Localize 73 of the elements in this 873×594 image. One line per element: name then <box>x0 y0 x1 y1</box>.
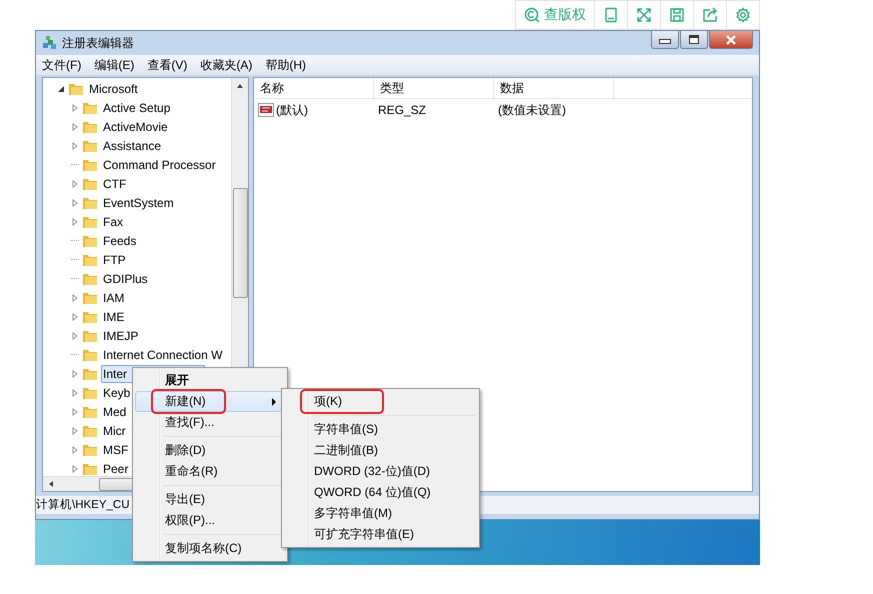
tree-item[interactable]: Command Processor <box>101 156 218 174</box>
tree-item[interactable]: Internet Connection W <box>101 346 224 364</box>
tree-item[interactable]: MSF <box>101 440 130 458</box>
string-value-icon <box>258 102 274 118</box>
menu-item[interactable]: 帮助(H) <box>265 56 306 74</box>
value-data: (数值未设置) <box>497 102 567 118</box>
scroll-up-icon[interactable] <box>236 82 244 90</box>
minimize-button[interactable] <box>651 31 679 49</box>
context-menu-item[interactable]: 二进制值(B) <box>284 440 477 461</box>
registry-cubes-icon <box>42 35 58 51</box>
expand-arrow-icon[interactable] <box>71 218 79 226</box>
collapse-arrow-icon[interactable] <box>57 84 65 92</box>
tree-item[interactable]: GDIPlus <box>101 270 150 288</box>
context-menu-item[interactable]: 字符串值(S) <box>284 419 477 440</box>
context-menu-item[interactable]: 重命名(R) <box>135 461 285 482</box>
context-menu-item[interactable]: 删除(D) <box>135 440 285 461</box>
expand-arrow-icon[interactable] <box>71 198 79 206</box>
expand-arrow-icon[interactable] <box>71 142 79 150</box>
close-icon <box>725 34 737 44</box>
context-menu-item[interactable]: 可扩充字符串值(E) <box>284 524 477 545</box>
share-icon[interactable] <box>702 7 718 23</box>
expand-arrow-icon[interactable] <box>71 312 79 320</box>
settings-icon[interactable] <box>735 7 751 23</box>
column-header[interactable]: 类型 <box>374 78 494 98</box>
tree-item[interactable]: Assistance <box>101 136 164 154</box>
expand-arrow-icon[interactable] <box>71 294 79 302</box>
tree-item[interactable]: Fax <box>101 212 126 230</box>
save-icon[interactable] <box>669 7 685 23</box>
menu-item[interactable]: 查看(V) <box>147 56 188 74</box>
maximize-button[interactable] <box>680 31 708 49</box>
context-menu-item[interactable]: DWORD (32-位)值(D) <box>284 461 477 482</box>
close-button[interactable] <box>709 31 753 49</box>
expand-arrow-icon[interactable] <box>71 446 79 454</box>
scrollbar-thumb[interactable] <box>232 188 248 298</box>
tree-item[interactable]: Active Setup <box>101 98 172 116</box>
column-header[interactable]: 名称 <box>254 78 374 98</box>
tree-item[interactable]: ActiveMovie <box>101 118 170 136</box>
tree-item[interactable]: IMEJP <box>101 326 140 344</box>
expand-arrow-icon[interactable] <box>71 104 79 112</box>
tree-item[interactable]: IAM <box>101 288 126 306</box>
tree-item[interactable]: Microsoft <box>87 80 140 98</box>
context-menu-item[interactable]: 查找(F)... <box>135 412 285 433</box>
expand-arrow-icon[interactable] <box>71 332 79 340</box>
tree-item[interactable]: IME <box>101 308 126 326</box>
expand-arrow-icon[interactable] <box>71 464 79 472</box>
tree-item[interactable]: Med <box>101 402 128 420</box>
expand-arrow-icon[interactable] <box>71 370 79 378</box>
tree-item[interactable]: Feeds <box>101 232 138 250</box>
value-name: (默认) <box>276 102 308 118</box>
menu-item[interactable]: 编辑(E) <box>94 56 134 74</box>
copyright-icon <box>524 8 540 22</box>
tree-item[interactable]: Keyb <box>101 384 132 402</box>
tree-item[interactable]: EventSystem <box>101 194 176 212</box>
menu-item[interactable]: 文件(F) <box>42 56 82 74</box>
column-header[interactable]: 数据 <box>494 78 614 98</box>
expand-arrow-icon[interactable] <box>71 180 79 188</box>
window-title: 注册表编辑器 <box>62 34 134 52</box>
scroll-left-icon[interactable] <box>47 480 55 488</box>
expand-arrow-icon[interactable] <box>71 388 79 396</box>
tree-item[interactable]: CTF <box>101 174 128 192</box>
expand-arrow-icon[interactable] <box>71 426 79 434</box>
menu-item[interactable]: 收藏夹(A) <box>200 56 252 74</box>
context-menu-item[interactable]: 项(K) <box>284 391 477 412</box>
expand-arrow-icon[interactable] <box>71 122 79 130</box>
expand-arrow-icon[interactable] <box>71 408 79 416</box>
value-type: REG_SZ <box>377 103 428 117</box>
fullscreen-icon[interactable] <box>636 7 652 23</box>
tree-item[interactable]: FTP <box>101 250 128 268</box>
tree-item[interactable]: Micr <box>101 422 128 440</box>
tablet-icon[interactable] <box>603 7 619 23</box>
tree-item[interactable]: Peer <box>101 460 130 478</box>
context-menu-item[interactable]: 展开 <box>135 370 285 391</box>
context-menu-item[interactable]: 复制项名称(C) <box>135 538 285 559</box>
